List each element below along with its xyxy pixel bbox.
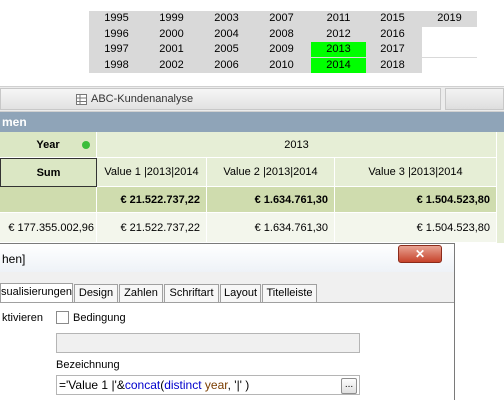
sheet-tab-other[interactable] — [445, 88, 504, 110]
expression-browse-button[interactable]: ... — [341, 378, 357, 394]
expr-field: year — [204, 378, 228, 392]
year-column: 1999 2000 2001 2002 — [144, 11, 199, 73]
pivot-total-cell: € 1.634.761,30 — [207, 187, 335, 213]
expr-literal: ='Value 1 |'& — [59, 378, 125, 392]
year-item[interactable]: 2009 — [254, 42, 309, 57]
year-item[interactable]: 2006 — [199, 58, 254, 73]
year-item[interactable] — [422, 42, 477, 57]
year-item[interactable]: 1999 — [144, 11, 199, 26]
year-column: 2003 2004 2005 2006 — [199, 11, 254, 73]
pivot-data-cell: € 21.522.737,22 — [97, 213, 207, 243]
pivot-column-header[interactable]: Value 1 |2013|2014 — [97, 158, 207, 187]
object-caption: men — [0, 112, 504, 132]
year-item[interactable]: 2002 — [144, 58, 199, 73]
year-item[interactable]: 1995 — [89, 11, 144, 26]
year-item[interactable]: 2000 — [144, 27, 199, 42]
year-item[interactable]: 2017 — [365, 42, 420, 57]
sheet-tab-label: ABC-Kundenanalyse — [91, 93, 194, 105]
year-item[interactable] — [422, 26, 477, 42]
dialog-tab-panel: ktivieren Bedingung Bezeichnung ='Value … — [0, 302, 454, 400]
condition-label: Bedingung — [73, 312, 126, 324]
expr-function: concat — [124, 378, 161, 392]
background-area — [455, 243, 504, 400]
pivot-data-cell: € 1.634.761,30 — [207, 213, 335, 243]
pivot-scroll-edge — [497, 132, 504, 244]
year-item[interactable]: 2008 — [254, 27, 309, 42]
expr-keyword: distinct — [164, 378, 202, 392]
year-item[interactable]: 2004 — [199, 27, 254, 42]
year-column: 2019 — [422, 11, 477, 73]
year-item[interactable]: 2013 — [311, 42, 366, 57]
year-item[interactable]: 1996 — [89, 27, 144, 42]
condition-expression-field[interactable] — [56, 333, 360, 353]
pivot-dimension-value: 2013 — [97, 132, 497, 158]
pivot-dimension-header[interactable]: Year — [0, 132, 97, 158]
year-listbox: 1995 1996 1997 1998 1999 2000 2001 2002 2003 2004… — [89, 11, 477, 73]
pivot-total-cell: € 21.522.737,22 — [97, 187, 207, 213]
expr-tail: , '|' ) — [227, 378, 250, 392]
pivot-total-cell: € 1.504.523,80 — [335, 187, 497, 213]
year-item[interactable]: 2012 — [311, 27, 366, 42]
year-column: 2015 2016 2017 2018 — [365, 11, 420, 73]
dialog-tab-titelleiste[interactable]: Titelleiste — [262, 284, 317, 302]
sheet-tab-abc-kundenanalyse[interactable]: ABC-Kundenanalyse — [0, 88, 441, 110]
year-item[interactable]: 2011 — [311, 11, 366, 26]
pivot-column-header[interactable]: Value 3 |2013|2014 — [335, 158, 497, 187]
year-item[interactable]: 2010 — [254, 58, 309, 73]
close-button[interactable]: ✕ — [398, 245, 442, 263]
pivot-sum-header[interactable]: Sum — [0, 158, 97, 187]
dialog-title: hen] — [2, 252, 26, 266]
year-item[interactable]: 2007 — [254, 11, 309, 26]
year-item[interactable]: 2018 — [365, 58, 420, 73]
year-item[interactable]: 2019 — [422, 11, 477, 26]
year-column: 2007 2008 2009 2010 — [254, 11, 309, 73]
year-item[interactable]: 1998 — [89, 58, 144, 73]
label-expression-field[interactable]: ='Value 1 |'&concat(distinct year, '|' ) — [56, 375, 360, 395]
dimension-label: Year — [36, 139, 60, 151]
close-icon: ✕ — [414, 247, 426, 261]
dialog-title-bar[interactable]: hen] ✕ — [0, 244, 454, 272]
dialog-tab-zahlen[interactable]: Zahlen — [119, 284, 163, 302]
dialog-tab-design[interactable]: Design — [74, 284, 118, 302]
year-column: 2011 2012 2013 2014 — [311, 11, 366, 73]
dimension-status-icon — [82, 141, 90, 149]
pivot-row-sum-cell: € 177.355.002,96 — [0, 213, 97, 243]
label-heading: Bezeichnung — [56, 359, 120, 371]
year-item[interactable] — [422, 57, 477, 73]
year-column: 1995 1996 1997 1998 — [89, 11, 144, 73]
activate-label: ktivieren — [2, 312, 43, 324]
pivot-data-cell: € 1.504.523,80 — [335, 213, 497, 243]
year-item[interactable]: 2005 — [199, 42, 254, 57]
year-item[interactable]: 2014 — [311, 57, 366, 73]
table-icon — [76, 94, 87, 105]
dialog-tab-layout[interactable]: Layout — [220, 284, 261, 302]
pivot-total-sum-cell — [0, 187, 97, 213]
year-item[interactable]: 2016 — [365, 27, 420, 42]
dialog-tab-visualisierungen[interactable]: sualisierungen — [0, 283, 73, 303]
year-item[interactable]: 1997 — [89, 42, 144, 57]
year-item[interactable]: 2003 — [199, 11, 254, 26]
year-item[interactable]: 2001 — [144, 42, 199, 57]
dialog-tab-schriftart[interactable]: Schriftart — [164, 284, 219, 302]
year-item[interactable]: 2015 — [365, 11, 420, 26]
condition-checkbox[interactable] — [56, 311, 69, 324]
pivot-column-header[interactable]: Value 2 |2013|2014 — [207, 158, 335, 187]
